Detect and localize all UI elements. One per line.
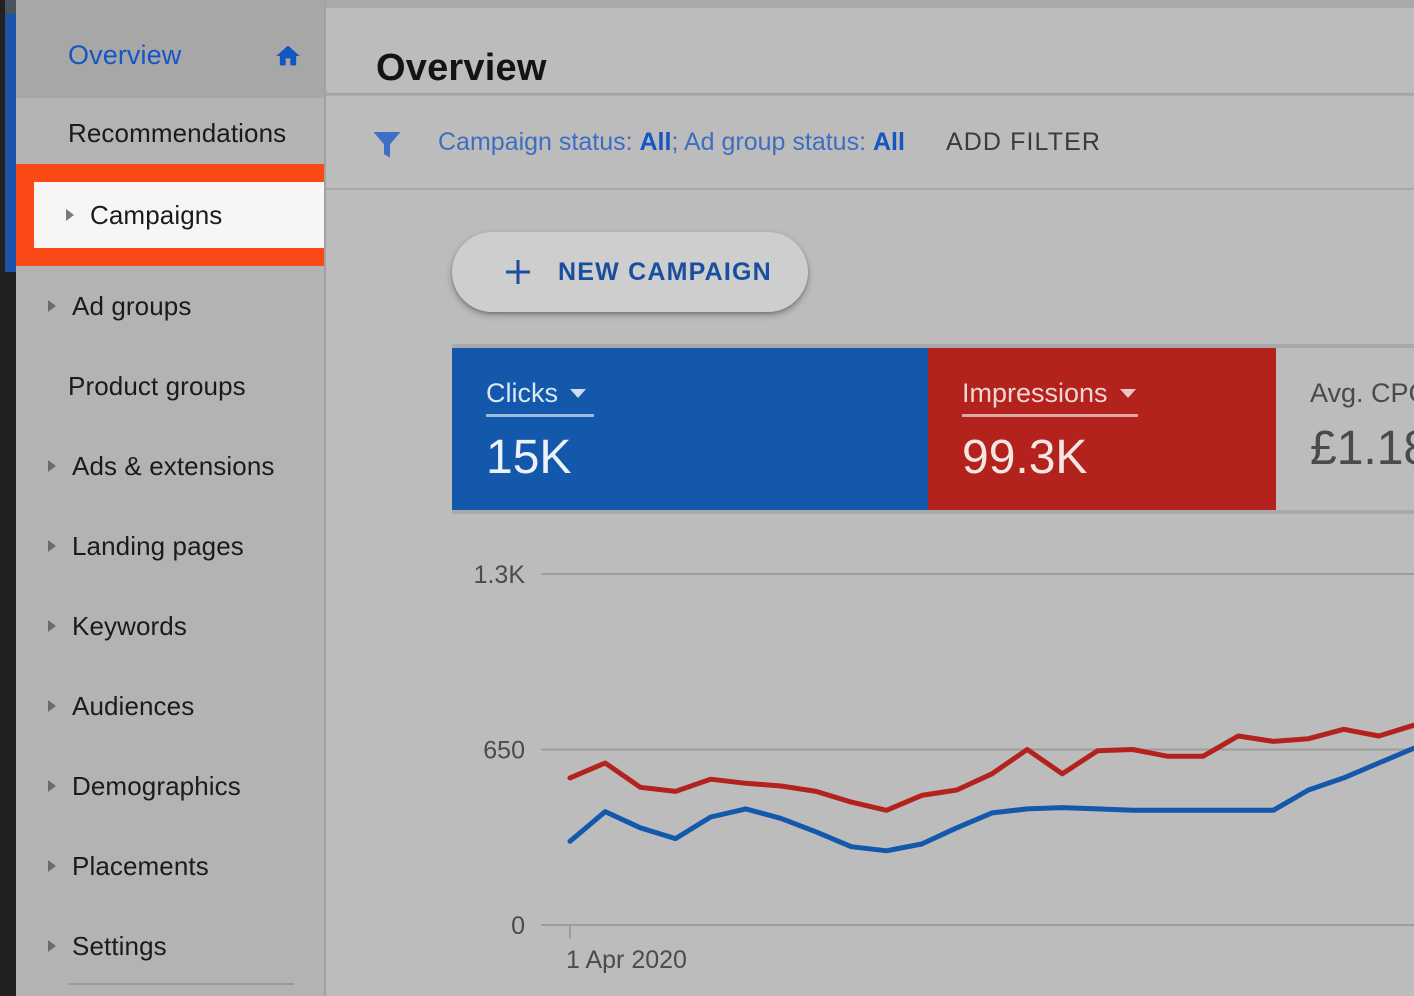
sidebar-item-label: Overview <box>68 40 182 70</box>
expand-caret-icon[interactable] <box>46 299 72 313</box>
chart-line-clicks <box>567 745 1414 854</box>
svg-text:1 Apr 2020: 1 Apr 2020 <box>566 946 687 974</box>
sidebar-item-landing-pages[interactable]: Landing pages <box>16 506 325 586</box>
sidebar-item-label: Demographics <box>72 770 241 801</box>
metric-card-label: Impressions <box>962 378 1108 408</box>
sidebar-item-demographics[interactable]: Demographics <box>16 746 325 826</box>
sidebar-item-product-groups[interactable]: Product groups <box>16 346 325 426</box>
expand-caret-icon[interactable] <box>46 699 72 713</box>
plus-icon <box>500 254 536 290</box>
sidebar-item-label: Audiences <box>72 690 195 721</box>
sidebar-divider <box>68 983 294 985</box>
left-edge-top-strip <box>5 0 16 14</box>
sidebar-item-campaigns[interactable]: Campaigns <box>34 182 325 248</box>
metric-card-clicks[interactable]: Clicks 15K <box>452 348 928 510</box>
metric-card-label: Clicks <box>486 378 558 408</box>
sidebar-item-label: Landing pages <box>72 530 244 561</box>
left-edge-bottom-strip <box>5 272 16 996</box>
campaign-status-value: All <box>639 128 672 156</box>
chart-line-impressions <box>567 722 1414 813</box>
google-ads-overview-screen: Overview Recommendations Campaigns Ad gr… <box>0 0 1414 996</box>
sidebar-item-overview[interactable]: Overview <box>16 13 325 98</box>
sidebar-item-settings[interactable]: Settings <box>16 906 325 986</box>
performance-chart: 1.3K 650 0 1 Apr 2020 <box>452 514 1414 996</box>
filter-bar-divider <box>326 188 1414 190</box>
sidebar-item-keywords[interactable]: Keywords <box>16 586 325 666</box>
campaigns-highlight-box: Campaigns <box>16 164 341 266</box>
chart-x-axis: 1 Apr 2020 <box>566 925 687 974</box>
left-accent-bar <box>5 14 16 272</box>
expand-caret-icon[interactable] <box>46 539 72 553</box>
sidebar-item-label: Ads & extensions <box>72 450 275 481</box>
expand-caret-icon[interactable] <box>46 859 72 873</box>
sidebar-navigation: Overview Recommendations Campaigns Ad gr… <box>16 0 341 996</box>
filter-separator: ; <box>671 128 684 156</box>
svg-text:650: 650 <box>483 737 525 765</box>
expand-caret-icon[interactable] <box>46 619 72 633</box>
sidebar-item-label: Recommendations <box>68 117 287 148</box>
sidebar-item-ads-extensions[interactable]: Ads & extensions <box>16 426 325 506</box>
add-filter-button[interactable]: ADD FILTER <box>946 123 1101 161</box>
chart-gridlines <box>541 573 1414 926</box>
sidebar-item-label: Product groups <box>68 370 246 401</box>
home-icon <box>273 42 303 70</box>
metric-card-label: Avg. CPC <box>1310 378 1414 408</box>
window-left-edge <box>0 0 5 996</box>
sidebar-item-label: Settings <box>72 930 167 961</box>
metric-card-underline <box>962 414 1138 417</box>
sidebar-item-recommendations[interactable]: Recommendations <box>16 98 325 168</box>
new-campaign-label: NEW CAMPAIGN <box>558 257 772 286</box>
main-content: Overview Campaign status: All; Ad group … <box>326 0 1414 996</box>
expand-caret-icon[interactable] <box>46 939 72 953</box>
metric-card-impressions[interactable]: Impressions 99.3K <box>928 348 1276 510</box>
sidebar-item-label: Campaigns <box>90 199 223 230</box>
sidebar-item-audiences[interactable]: Audiences <box>16 666 325 746</box>
metric-card-value: 99.3K <box>962 431 1088 484</box>
chart-y-axis-labels: 1.3K 650 0 <box>474 561 526 940</box>
metric-card-underline <box>486 414 594 417</box>
sidebar-top-strip <box>16 0 325 13</box>
active-filters-text[interactable]: Campaign status: All; Ad group status: A… <box>438 124 905 160</box>
metric-card-value: £1.18 <box>1310 422 1414 475</box>
campaign-status-label: Campaign status: <box>438 128 640 156</box>
chart-series-lines <box>567 722 1414 854</box>
filter-funnel-icon[interactable] <box>369 125 405 168</box>
metric-cards-row: Clicks 15K Impressions 99.3K Avg. CPC £1… <box>452 348 1414 510</box>
sidebar-item-placements[interactable]: Placements <box>16 826 325 906</box>
svg-text:0: 0 <box>511 912 525 940</box>
ad-group-status-label: Ad group status: <box>683 128 873 156</box>
expand-caret-icon[interactable] <box>46 779 72 793</box>
sidebar-item-label: Placements <box>72 850 209 881</box>
main-top-strip <box>326 0 1414 8</box>
chevron-down-icon[interactable] <box>1118 387 1138 405</box>
svg-text:1.3K: 1.3K <box>474 561 526 589</box>
expand-caret-icon[interactable] <box>46 459 72 473</box>
new-campaign-button[interactable]: NEW CAMPAIGN <box>452 232 808 312</box>
sidebar-item-ad-groups[interactable]: Ad groups <box>16 266 325 346</box>
page-title: Overview <box>376 47 547 90</box>
sidebar-item-label: Keywords <box>72 610 187 641</box>
metric-card-avg-cpc[interactable]: Avg. CPC £1.18 <box>1276 348 1414 510</box>
chevron-down-icon[interactable] <box>568 387 588 405</box>
metric-card-value: 15K <box>486 431 572 484</box>
ad-group-status-value: All <box>872 128 905 156</box>
filter-bar: Campaign status: All; Ad group status: A… <box>326 96 1414 188</box>
sidebar-item-label: Ad groups <box>72 290 192 321</box>
expand-caret-icon[interactable] <box>64 208 90 222</box>
